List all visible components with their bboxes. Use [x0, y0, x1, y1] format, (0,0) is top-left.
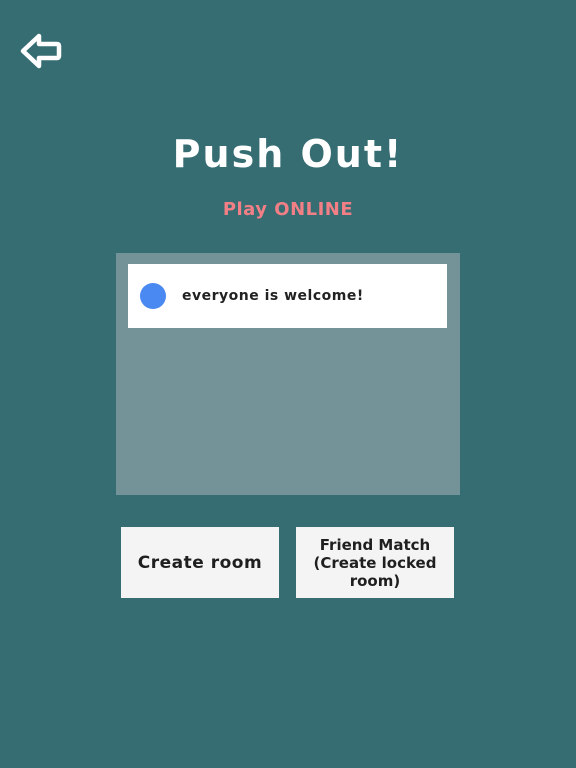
- friend-match-button[interactable]: Friend Match (Create locked room): [296, 527, 454, 598]
- back-arrow-icon: [20, 33, 62, 69]
- room-list[interactable]: everyone is welcome!: [116, 253, 460, 495]
- room-name: everyone is welcome!: [182, 288, 364, 304]
- mode-subtitle: Play ONLINE: [222, 199, 354, 220]
- room-list-item[interactable]: everyone is welcome!: [128, 264, 447, 328]
- back-button[interactable]: [18, 30, 64, 72]
- room-status-dot: [140, 283, 166, 309]
- game-title: Push Out!: [172, 132, 404, 176]
- create-room-button[interactable]: Create room: [121, 527, 279, 598]
